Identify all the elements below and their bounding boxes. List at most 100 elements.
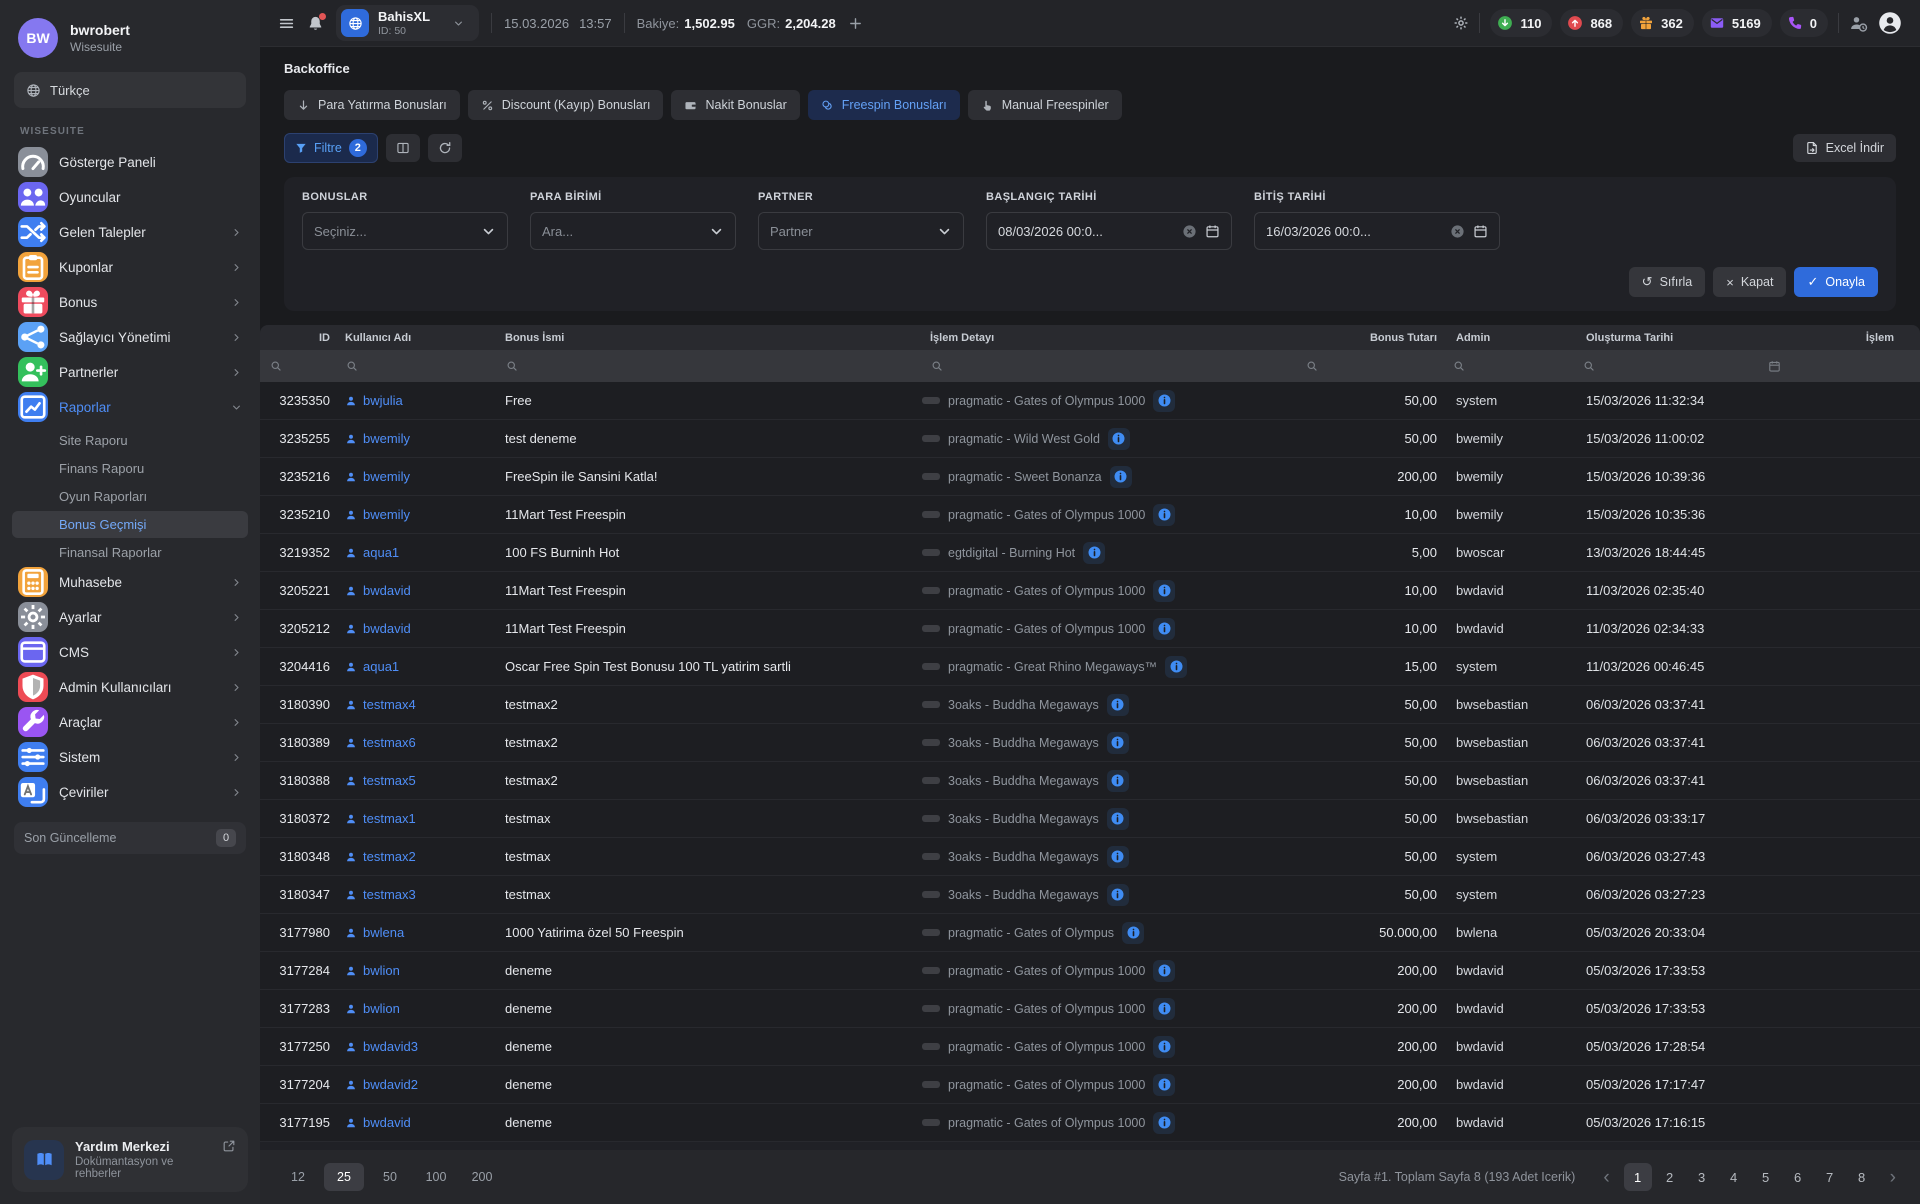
sidebar-item-oyuncular[interactable]: Oyuncular bbox=[12, 182, 248, 212]
select-input[interactable]: Partner bbox=[758, 212, 964, 250]
column-header-i-şlem-detayı[interactable]: İşlem Detayı bbox=[921, 332, 1296, 344]
info-icon[interactable] bbox=[1107, 884, 1129, 906]
sidebar-subitem-finansal-raporlar[interactable]: Finansal Raporlar bbox=[12, 539, 248, 566]
brand-selector[interactable]: BahisXL ID: 50 bbox=[336, 5, 479, 41]
info-icon[interactable] bbox=[1107, 694, 1129, 716]
sidebar-subitem-finans-raporu[interactable]: Finans Raporu bbox=[12, 455, 248, 482]
user-block[interactable]: BW bwrobert Wisesuite bbox=[12, 16, 248, 58]
info-icon[interactable] bbox=[1153, 618, 1175, 640]
info-icon[interactable] bbox=[1153, 1036, 1175, 1058]
page-button-7[interactable]: 7 bbox=[1816, 1163, 1844, 1191]
notifications-bell-icon[interactable] bbox=[307, 15, 324, 32]
page-size-50[interactable]: 50 bbox=[370, 1163, 410, 1191]
column-search-input[interactable] bbox=[1296, 360, 1443, 372]
info-icon[interactable] bbox=[1153, 1112, 1175, 1134]
info-icon[interactable] bbox=[1153, 1074, 1175, 1096]
info-icon[interactable] bbox=[1153, 390, 1175, 412]
page-button-4[interactable]: 4 bbox=[1720, 1163, 1748, 1191]
cell-username[interactable]: bwlion bbox=[336, 963, 496, 978]
column-search-input[interactable] bbox=[1443, 360, 1573, 372]
stat-badge[interactable]: 868 bbox=[1560, 9, 1623, 37]
tab-manual-freespinler[interactable]: Manual Freespinler bbox=[968, 90, 1122, 120]
sidebar-subitem-bonus-ge-mi-i[interactable]: Bonus Geçmişi bbox=[12, 511, 248, 538]
column-search-input[interactable] bbox=[336, 360, 496, 372]
excel-export-button[interactable]: Excel İndir bbox=[1793, 134, 1896, 162]
cell-username[interactable]: aqua1 bbox=[336, 545, 496, 560]
tab-nakit-bonuslar[interactable]: Nakit Bonuslar bbox=[671, 90, 799, 120]
sidebar-item-sistem[interactable]: Sistem bbox=[12, 742, 248, 772]
stat-badge[interactable]: 110 bbox=[1490, 9, 1552, 37]
info-icon[interactable] bbox=[1153, 998, 1175, 1020]
refresh-button[interactable] bbox=[428, 134, 462, 162]
cell-username[interactable]: bwjulia bbox=[336, 393, 496, 408]
info-icon[interactable] bbox=[1110, 466, 1132, 488]
info-icon[interactable] bbox=[1153, 504, 1175, 526]
info-icon[interactable] bbox=[1165, 656, 1187, 678]
cell-username[interactable]: bwlion bbox=[336, 1001, 496, 1016]
date-input[interactable]: 16/03/2026 00:0... bbox=[1254, 212, 1500, 250]
info-icon[interactable] bbox=[1107, 846, 1129, 868]
cell-username[interactable]: testmax5 bbox=[336, 773, 496, 788]
page-button-1[interactable]: 1 bbox=[1624, 1163, 1652, 1191]
info-icon[interactable] bbox=[1153, 580, 1175, 602]
columns-button[interactable] bbox=[386, 134, 420, 162]
info-icon[interactable] bbox=[1107, 732, 1129, 754]
sidebar-item-raporlar[interactable]: Raporlar bbox=[12, 392, 248, 422]
sidebar-item--eviriler[interactable]: Çeviriler bbox=[12, 777, 248, 807]
column-search-input[interactable] bbox=[260, 360, 336, 372]
stat-badge[interactable]: 0 bbox=[1780, 9, 1828, 37]
column-search-input[interactable] bbox=[1573, 360, 1748, 372]
column-search-input[interactable] bbox=[921, 360, 1296, 372]
stat-badge[interactable]: 362 bbox=[1631, 9, 1694, 37]
cell-username[interactable]: bwemily bbox=[336, 469, 496, 484]
cell-username[interactable]: bwdavid bbox=[336, 621, 496, 636]
column-date-filter[interactable] bbox=[1748, 360, 1920, 373]
cell-username[interactable]: bwemily bbox=[336, 507, 496, 522]
sidebar-subitem-site-raporu[interactable]: Site Raporu bbox=[12, 427, 248, 454]
cell-username[interactable]: bwdavid3 bbox=[336, 1039, 496, 1054]
date-input[interactable]: 08/03/2026 00:0... bbox=[986, 212, 1232, 250]
cell-username[interactable]: testmax4 bbox=[336, 697, 496, 712]
gear-icon[interactable] bbox=[1453, 15, 1469, 31]
column-header-bonus-tutarı[interactable]: Bonus Tutarı bbox=[1296, 332, 1443, 344]
approve-button[interactable]: ✓Onayla bbox=[1794, 267, 1878, 297]
cell-username[interactable]: bwdavid2 bbox=[336, 1077, 496, 1092]
info-icon[interactable] bbox=[1108, 428, 1130, 450]
language-select[interactable]: Türkçe bbox=[14, 72, 246, 108]
page-button-6[interactable]: 6 bbox=[1784, 1163, 1812, 1191]
column-header-id[interactable]: ID bbox=[260, 332, 336, 344]
info-icon[interactable] bbox=[1153, 960, 1175, 982]
sidebar-item-g-sterge-paneli[interactable]: Gösterge Paneli bbox=[12, 147, 248, 177]
stat-badge[interactable]: 5169 bbox=[1702, 9, 1772, 37]
sidebar-item-cms[interactable]: CMS bbox=[12, 637, 248, 667]
cell-username[interactable]: testmax3 bbox=[336, 887, 496, 902]
sidebar-item-gelen-talepler[interactable]: Gelen Talepler bbox=[12, 217, 248, 247]
sidebar-item-admin-kullan-c-lar-[interactable]: Admin Kullanıcıları bbox=[12, 672, 248, 702]
sidebar-item-ayarlar[interactable]: Ayarlar bbox=[12, 602, 248, 632]
cell-username[interactable]: testmax6 bbox=[336, 735, 496, 750]
page-button-3[interactable]: 3 bbox=[1688, 1163, 1716, 1191]
hamburger-menu-icon[interactable] bbox=[278, 15, 295, 32]
sidebar-item-muhasebe[interactable]: Muhasebe bbox=[12, 567, 248, 597]
help-center-card[interactable]: Yardım Merkezi Dokümantasyon ve rehberle… bbox=[12, 1127, 248, 1192]
sidebar-item-ara-lar[interactable]: Araçlar bbox=[12, 707, 248, 737]
cell-username[interactable]: testmax2 bbox=[336, 849, 496, 864]
sidebar-item-kuponlar[interactable]: Kuponlar bbox=[12, 252, 248, 282]
page-button-5[interactable]: 5 bbox=[1752, 1163, 1780, 1191]
column-header-admin[interactable]: Admin bbox=[1443, 332, 1573, 344]
page-size-12[interactable]: 12 bbox=[278, 1163, 318, 1191]
sidebar-item-sa-lay-c-y-netimi[interactable]: Sağlayıcı Yönetimi bbox=[12, 322, 248, 352]
cell-username[interactable]: bwemily bbox=[336, 431, 496, 446]
cell-username[interactable]: testmax1 bbox=[336, 811, 496, 826]
sidebar-item-partnerler[interactable]: Partnerler bbox=[12, 357, 248, 387]
cell-username[interactable]: bwlena bbox=[336, 925, 496, 940]
select-input[interactable]: Ara... bbox=[530, 212, 736, 250]
account-avatar-icon[interactable] bbox=[1878, 11, 1902, 35]
page-size-100[interactable]: 100 bbox=[416, 1163, 456, 1191]
cell-username[interactable]: aqua1 bbox=[336, 659, 496, 674]
info-icon[interactable] bbox=[1107, 808, 1129, 830]
reset-button[interactable]: ↺Sıfırla bbox=[1629, 267, 1706, 297]
tab-para-yat-rma-bonuslar-[interactable]: Para Yatırma Bonusları bbox=[284, 90, 460, 120]
column-header-kullanıcı-adı[interactable]: Kullanıcı Adı bbox=[336, 332, 496, 344]
sidebar-item-bonus[interactable]: Bonus bbox=[12, 287, 248, 317]
